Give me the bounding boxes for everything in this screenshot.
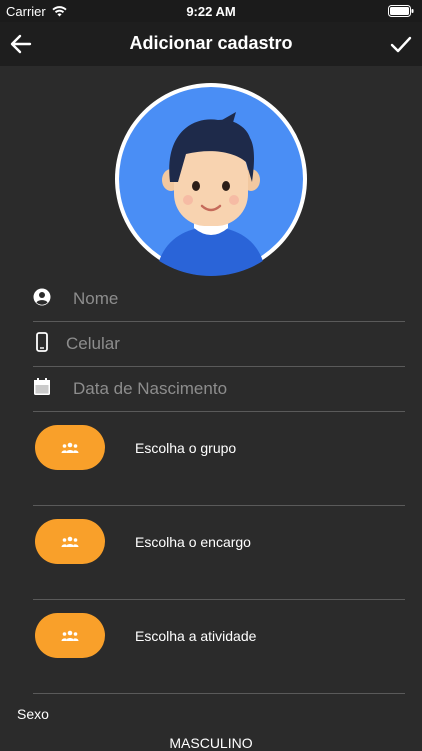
group-icon [61, 536, 79, 547]
status-time: 9:22 AM [186, 4, 236, 19]
birthdate-field[interactable]: Data de Nascimento [33, 367, 405, 412]
user-avatar-icon [115, 83, 307, 276]
activity-chooser[interactable]: Escolha a atividade [33, 600, 405, 694]
calendar-icon [34, 378, 50, 395]
page-title: Adicionar cadastro [129, 33, 293, 53]
account-circle-icon [33, 288, 51, 306]
group-label: Escolha o grupo [135, 440, 237, 456]
phone-icon [36, 332, 48, 352]
nav-bar: Adicionar cadastro [0, 22, 422, 66]
sex-label: Sexo [17, 706, 49, 722]
phone-field[interactable]: Celular [33, 322, 405, 367]
name-field[interactable]: Nome [33, 277, 405, 322]
role-chooser[interactable]: Escolha o encargo [33, 506, 405, 600]
check-icon[interactable] [388, 31, 414, 57]
group-chooser[interactable]: Escolha o grupo [33, 412, 405, 506]
role-button[interactable] [35, 519, 105, 564]
name-placeholder: Nome [73, 289, 119, 308]
activity-button[interactable] [35, 613, 105, 658]
activity-label: Escolha a atividade [135, 628, 257, 644]
group-button[interactable] [35, 425, 105, 470]
status-bar: Carrier 9:22 AM [0, 0, 422, 22]
battery-icon [388, 5, 414, 17]
avatar[interactable] [114, 82, 308, 276]
sex-picker-value[interactable]: MASCULINO [0, 735, 422, 751]
group-icon [61, 442, 79, 453]
phone-placeholder: Celular [66, 334, 120, 353]
birthdate-placeholder: Data de Nascimento [73, 379, 228, 398]
role-label: Escolha o encargo [135, 534, 251, 550]
group-icon [61, 630, 79, 641]
